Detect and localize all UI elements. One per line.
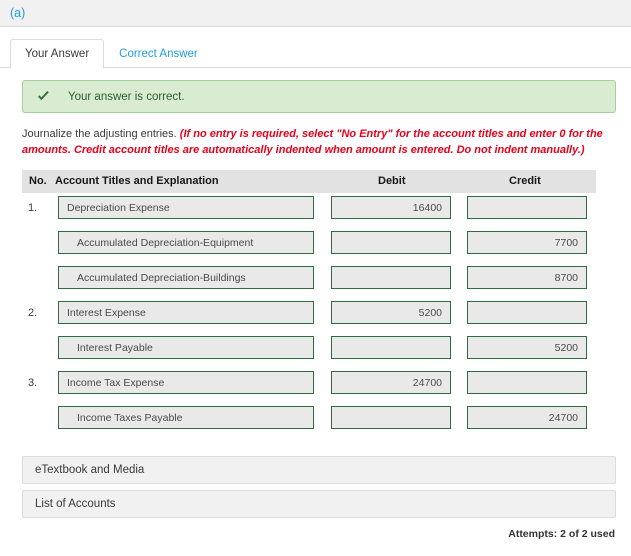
list-of-accounts-label: List of Accounts xyxy=(35,498,116,511)
list-of-accounts-panel[interactable]: List of Accounts xyxy=(22,490,616,519)
table-row: Interest Payable 5200 xyxy=(22,333,596,368)
table-row: Income Taxes Payable 24700 xyxy=(22,403,596,438)
check-icon xyxy=(36,89,51,104)
debit-amount-input[interactable] xyxy=(331,266,451,290)
credit-amount-input[interactable] xyxy=(467,301,587,325)
attempts-counter: Attempts: 2 of 2 used xyxy=(508,528,615,541)
column-header-no: No. xyxy=(29,175,47,188)
etextbook-and-media-label: eTextbook and Media xyxy=(35,464,145,477)
table-header-row: No. Account Titles and Explanation Debit… xyxy=(22,170,596,194)
account-title-input[interactable]: Interest Payable xyxy=(58,336,314,360)
etextbook-and-media-panel[interactable]: eTextbook and Media xyxy=(22,456,616,485)
debit-amount-input[interactable]: 16400 xyxy=(331,196,451,220)
credit-amount-input[interactable]: 7700 xyxy=(467,231,587,255)
column-header-credit: Credit xyxy=(509,175,541,188)
row-number: 3. xyxy=(28,377,38,390)
account-title-input[interactable]: Income Taxes Payable xyxy=(58,406,314,430)
row-number: 1. xyxy=(28,202,38,215)
debit-amount-input[interactable]: 5200 xyxy=(331,301,451,325)
part-label: (a) xyxy=(10,5,26,20)
column-header-debit: Debit xyxy=(378,175,406,188)
account-title-input[interactable]: Income Tax Expense xyxy=(58,371,314,395)
credit-amount-input[interactable]: 5200 xyxy=(467,336,587,360)
table-row: 3. Income Tax Expense 24700 xyxy=(22,368,596,403)
account-title-input[interactable]: Accumulated Depreciation-Buildings xyxy=(58,266,314,290)
account-title-input[interactable]: Accumulated Depreciation-Equipment xyxy=(58,231,314,255)
table-row: Accumulated Depreciation-Buildings 8700 xyxy=(22,263,596,298)
table-row: 1. Depreciation Expense 16400 xyxy=(22,193,596,228)
table-row: Accumulated Depreciation-Equipment 7700 xyxy=(22,228,596,263)
part-header-bar: (a) xyxy=(0,0,631,27)
tab-your-answer[interactable]: Your Answer xyxy=(10,39,105,69)
debit-amount-input[interactable] xyxy=(331,231,451,255)
debit-amount-input[interactable]: 24700 xyxy=(331,371,451,395)
instructions-normal-text: Journalize the adjusting entries. xyxy=(22,128,177,140)
debit-amount-input[interactable] xyxy=(331,406,451,430)
debit-amount-input[interactable] xyxy=(331,336,451,360)
account-title-input[interactable]: Interest Expense xyxy=(58,301,314,325)
answer-tabs: Your Answer Correct Answer xyxy=(0,39,631,69)
instructions: Journalize the adjusting entries. (If no… xyxy=(22,127,613,158)
correct-answer-banner: Your answer is correct. xyxy=(22,80,616,113)
tab-your-answer-label: Your Answer xyxy=(25,48,90,60)
account-title-input[interactable]: Depreciation Expense xyxy=(58,196,314,220)
column-header-account: Account Titles and Explanation xyxy=(55,175,219,188)
tab-correct-answer[interactable]: Correct Answer xyxy=(104,39,213,68)
table-row: 2. Interest Expense 5200 xyxy=(22,298,596,333)
journal-entry-table: No. Account Titles and Explanation Debit… xyxy=(22,170,596,438)
credit-amount-input[interactable] xyxy=(467,371,587,395)
credit-amount-input[interactable]: 8700 xyxy=(467,266,587,290)
credit-amount-input[interactable]: 24700 xyxy=(467,406,587,430)
banner-text: Your answer is correct. xyxy=(68,90,185,103)
row-number: 2. xyxy=(28,307,38,320)
tab-correct-answer-label: Correct Answer xyxy=(119,48,198,60)
credit-amount-input[interactable] xyxy=(467,196,587,220)
